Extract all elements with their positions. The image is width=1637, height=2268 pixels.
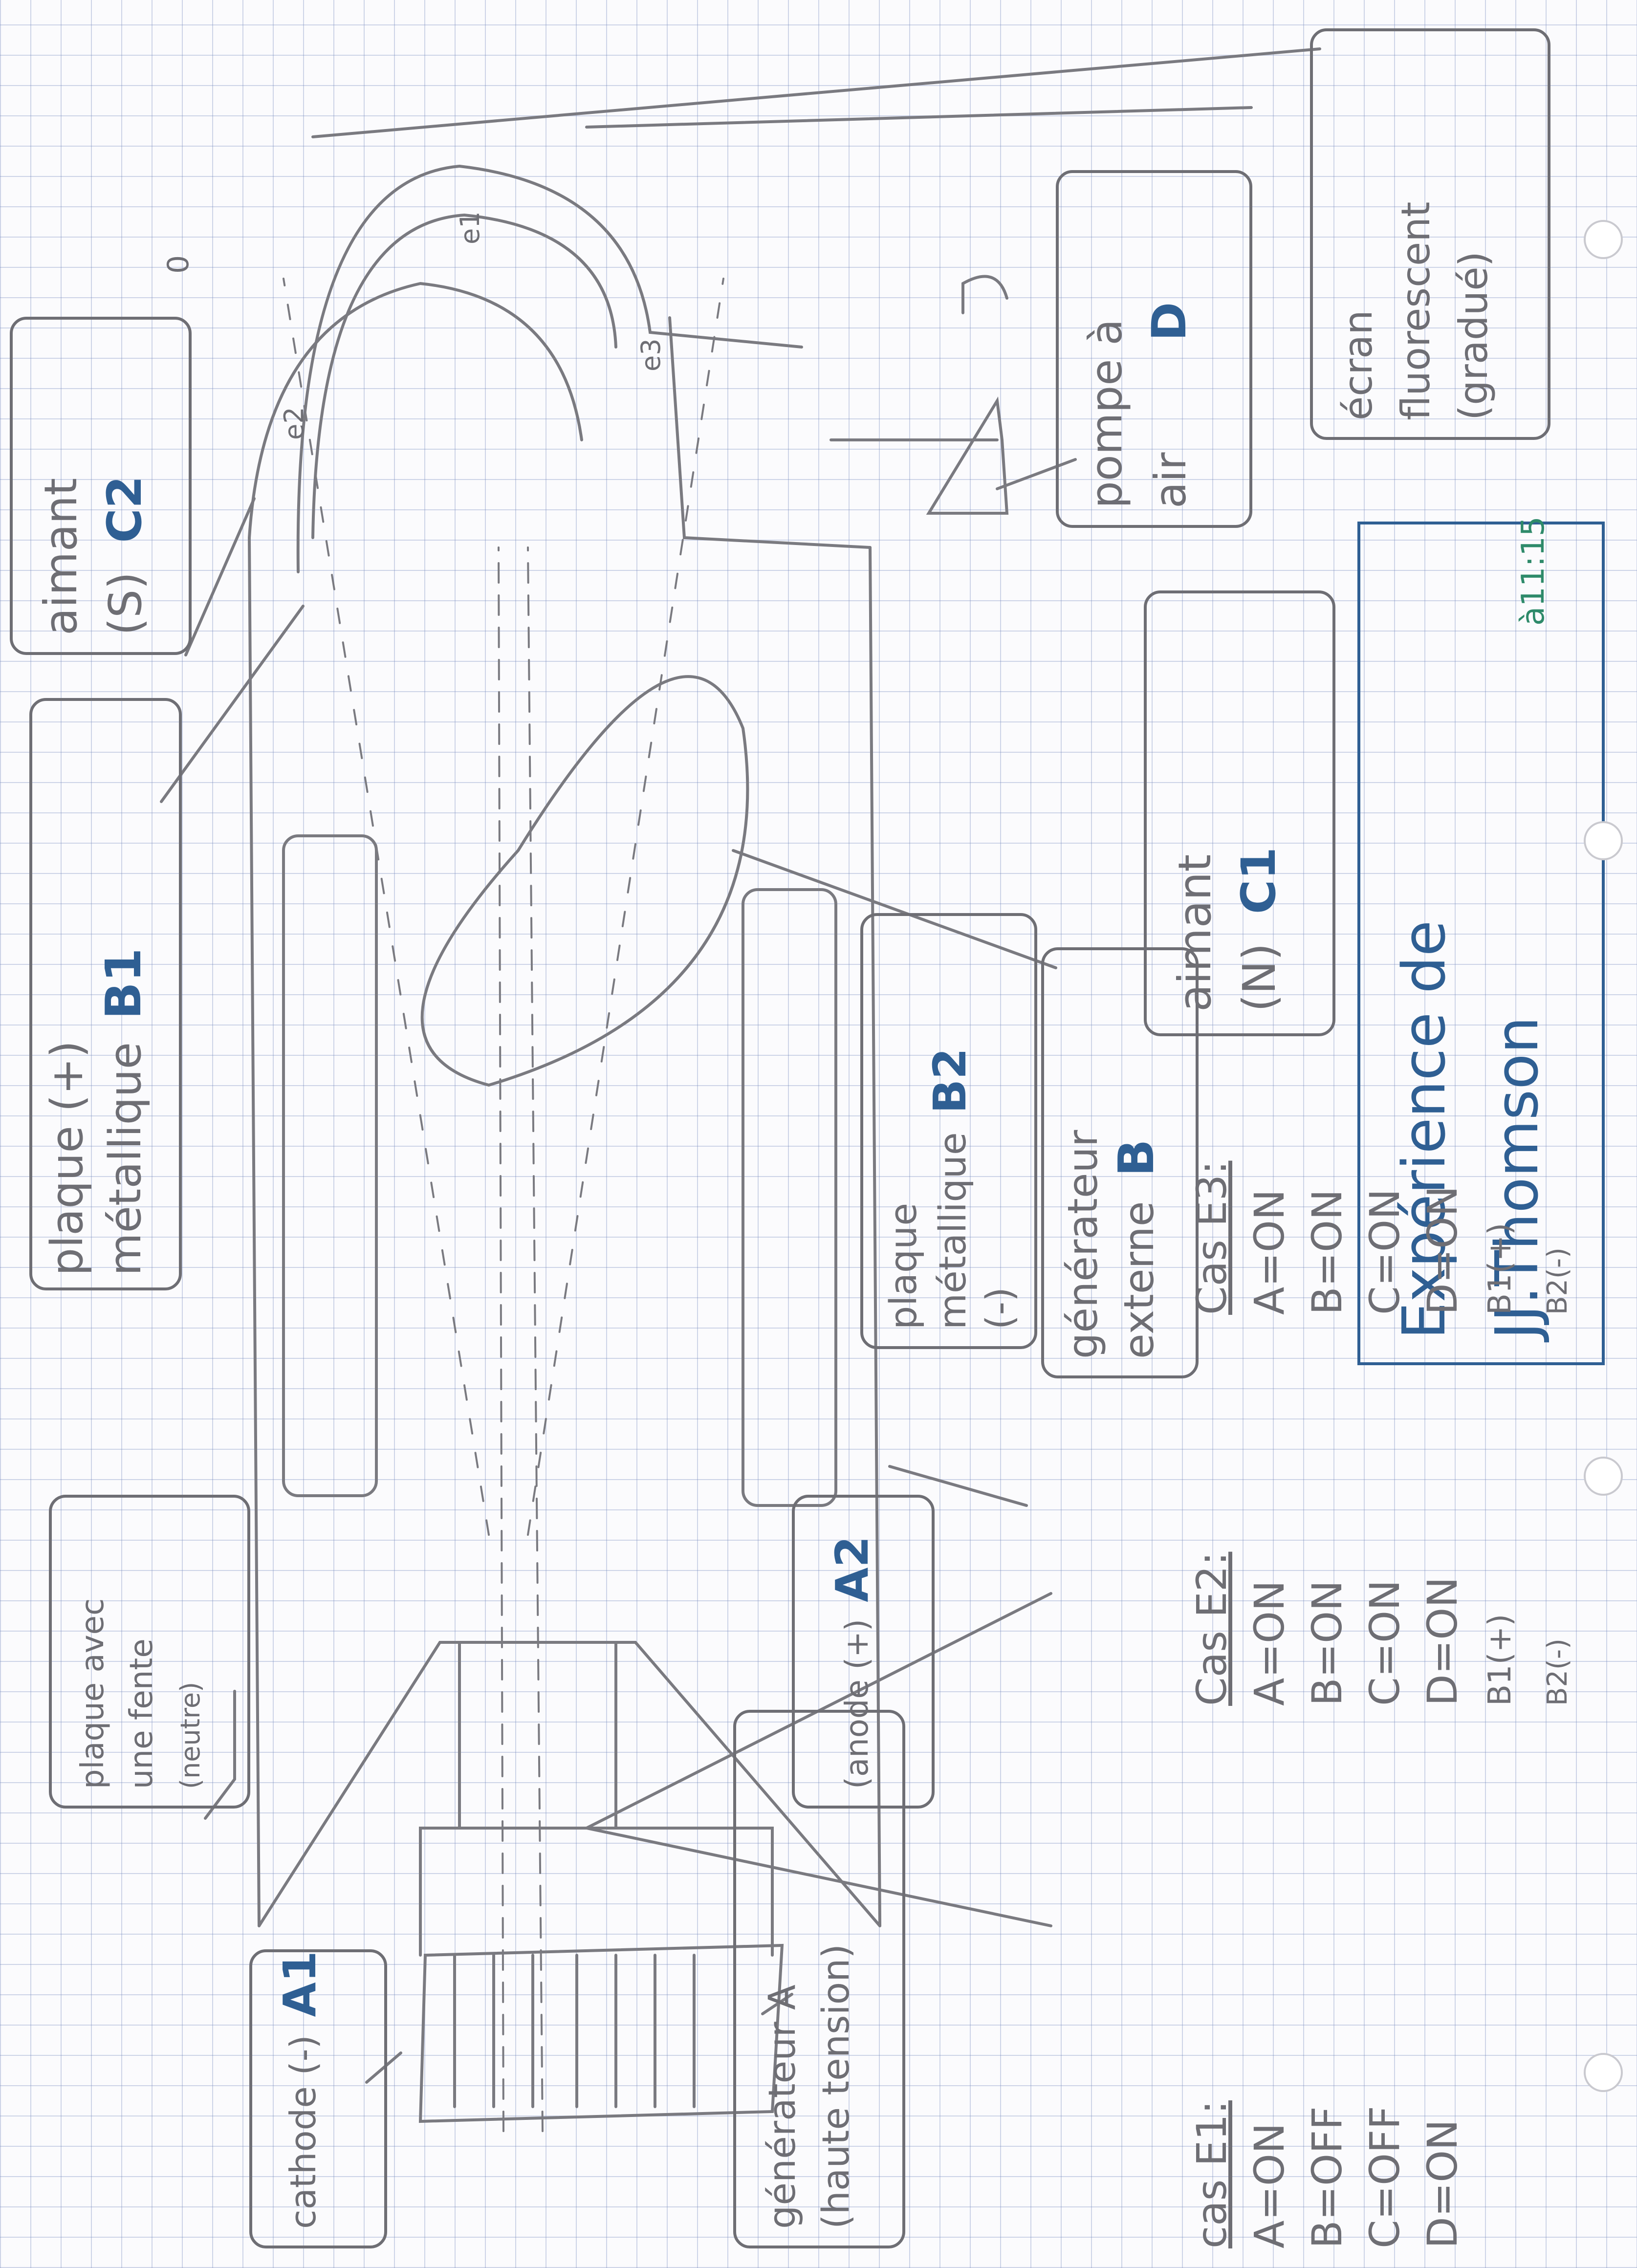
label-screen: écran fluorescent (gradué) (1330, 202, 1503, 420)
binder-hole (1584, 220, 1623, 259)
case-e1: cas E1: A=ON B=OFF C=OFF D=ON (1183, 2100, 1471, 2248)
label-generator-b: générateur externe B (1056, 1130, 1166, 1359)
plate-b1 (282, 834, 378, 1497)
b1-code: B1 (95, 948, 152, 1020)
case-e3-a: A=ON (1245, 1189, 1293, 1315)
case-e1-d: D=ON (1419, 2119, 1466, 2248)
label-cathode: cathode (-) A1 (274, 1951, 326, 2229)
magnetic-loop (420, 675, 749, 1087)
tube-outer-curve (296, 164, 803, 573)
label-e1: e1 (455, 211, 485, 244)
magnet-n-code: C1 (1231, 847, 1286, 915)
b1-line1: plaque (+) (42, 1040, 93, 1276)
time-note: à11:15 (1515, 516, 1551, 626)
case-e3-title: Cas E3: (1188, 1160, 1236, 1315)
binder-hole (1584, 2053, 1623, 2092)
case-e2-b1: B1(+) (1482, 1614, 1518, 1706)
label-plate-b1: plaque (+) métallique B1 (39, 948, 153, 1276)
label-plate-slit: plaque avec une fente (neutre) (68, 1598, 215, 1789)
screen-line3: (gradué) (1451, 251, 1496, 420)
screen-line2: fluorescent (1393, 201, 1439, 420)
beam-deflect-up (283, 278, 490, 1536)
b2-line2: métallique (931, 1132, 974, 1330)
generator-b-code: B (1108, 1139, 1165, 1177)
beam-deflect-down (527, 278, 724, 1536)
case-e3-b1: B1(+) (1482, 1222, 1518, 1315)
label-magnet-n: aimant (N) C1 (1163, 847, 1291, 1012)
b1-line2: métallique (100, 1042, 151, 1276)
b2-line3: (-) (978, 1287, 1021, 1330)
cathode-text: cathode (-) (283, 2035, 324, 2229)
screen-line1: écran (1335, 310, 1381, 420)
label-zero: 0 (161, 255, 196, 274)
gun-block (418, 1943, 784, 2123)
rotated-drawing: cathode (-) A1 générateur A (haute tensi… (0, 0, 1637, 2268)
case-e2-d: D=ON (1419, 1576, 1466, 1706)
pump-pipe (829, 396, 1009, 515)
tube-inner-curve (311, 213, 617, 539)
plate-slit-line1: plaque avec (75, 1598, 111, 1789)
case-e2: Cas E2: A=ON B=ON C=ON D=ON B1(+) B2(-) (1183, 1552, 1587, 1706)
label-e2: e2 (279, 407, 309, 440)
binder-hole (1584, 821, 1623, 860)
gun-lines-2 (419, 1641, 774, 1957)
a2-code: A2 (826, 1536, 878, 1602)
label-anode: (anode (+) A2 (826, 1536, 878, 1789)
plate-b2 (742, 888, 837, 1507)
label-plate-b2: plaque métallique B2 (-) (880, 1048, 1023, 1330)
case-e2-a: A=ON (1245, 1580, 1293, 1706)
screen-line (311, 47, 1321, 138)
beam-axis-2 (527, 546, 544, 2132)
case-e1-title: cas E1: (1188, 2100, 1236, 2248)
case-e3-c: C=ON (1361, 1189, 1409, 1315)
plate-slit-line2: une fente (124, 1638, 160, 1789)
generator-a-line1: générateur A (760, 1984, 804, 2229)
label-generator-a: générateur A (haute tension) (755, 1944, 863, 2229)
magnet-s-line1: aimant (35, 478, 87, 635)
leader-magnet-s (184, 497, 256, 656)
case-e3-b: B=ON (1303, 1189, 1351, 1315)
case-e1-a: A=ON (1245, 2123, 1293, 2248)
pump-line1: pompe à (1081, 319, 1132, 508)
case-e1-b: B=OFF (1303, 2106, 1351, 2248)
case-e3-b2: B2(-) (1542, 1247, 1573, 1315)
case-e3-d: D=ON (1419, 1185, 1466, 1315)
pump-line2: air (1145, 452, 1196, 508)
magnet-s-line2: (S) (99, 571, 152, 635)
magnet-n-line1: aimant (1169, 854, 1221, 1012)
label-magnet-s: aimant (S) C2 (29, 476, 157, 635)
plate-slit-line3: (neutre) (175, 1681, 206, 1789)
magnet-s-code: C2 (97, 476, 152, 543)
pump-code: D (1142, 302, 1197, 341)
case-e1-c: C=OFF (1361, 2106, 1409, 2248)
b2-code: B2 (924, 1048, 976, 1114)
generator-b-line1: générateur (1059, 1130, 1107, 1359)
pump-valve (961, 275, 1008, 314)
case-e2-b2: B2(-) (1542, 1638, 1573, 1706)
notebook-page: cathode (-) A1 générateur A (haute tensi… (0, 0, 1637, 2268)
a1-code: A1 (274, 1951, 326, 2017)
generator-a-line2: (haute tension) (814, 1943, 857, 2229)
binder-hole (1584, 1457, 1623, 1496)
case-e3: Cas E3: A=ON B=ON C=ON D=ON B1(+) B2(-) (1183, 1161, 1587, 1315)
anode-text: (anode (+) (839, 1619, 875, 1789)
label-pump: pompe à air D (1075, 302, 1202, 508)
case-e2-title: Cas E2: (1188, 1551, 1236, 1706)
gun-lines-1 (453, 1954, 696, 2108)
b2-line1: plaque (881, 1202, 925, 1330)
case-e2-b: B=ON (1303, 1580, 1351, 1706)
label-e3: e3 (635, 338, 666, 371)
tube-end (668, 316, 872, 549)
case-e2-c: C=ON (1361, 1580, 1409, 1706)
beam-axis (498, 546, 504, 2132)
magnet-n-line2: (N) (1233, 943, 1286, 1012)
generator-b-line2: externe (1115, 1201, 1163, 1359)
leader-screen (585, 106, 1253, 129)
